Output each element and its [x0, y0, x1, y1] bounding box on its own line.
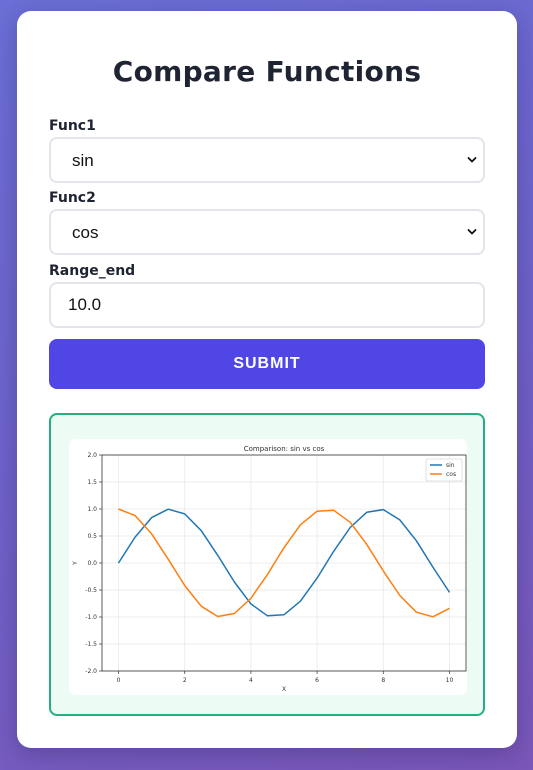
func1-selected-value: sin [72, 151, 94, 170]
func1-label: Func1 [49, 118, 96, 134]
y-tick-label: -0.5 [85, 587, 97, 594]
series-line-sin [117, 508, 451, 617]
chevron-down-icon [467, 229, 477, 235]
x-tick-label: 6 [315, 677, 319, 684]
y-tick-label: 1.5 [87, 479, 97, 486]
chart-title: Comparison: sin vs cos [244, 445, 325, 453]
legend-label-sin: sin [446, 462, 455, 469]
x-axis-label: X [282, 686, 286, 693]
chevron-down-icon [467, 157, 477, 163]
result-panel: 0 2 4 6 8 10 -2.0 -1.5 -1.0 -0.5 0.0 0.5 1.0 1.5 2.0 Co… [49, 413, 485, 716]
x-tick-label: 2 [183, 677, 187, 684]
func2-label: Func2 [49, 190, 96, 206]
y-tick-label: -2.0 [85, 668, 97, 675]
y-tick-label: 2.0 [87, 452, 97, 459]
func2-selected-value: cos [72, 223, 99, 242]
x-tick-label: 4 [249, 677, 253, 684]
y-tick-label: -1.0 [85, 614, 97, 621]
x-tick-label: 10 [446, 677, 454, 684]
chart-svg: 0 2 4 6 8 10 -2.0 -1.5 -1.0 -0.5 0.0 0.5 1.0 1.5 2.0 Co… [72, 445, 467, 693]
range-end-label: Range_end [49, 263, 136, 279]
y-tick-label: 1.0 [87, 506, 97, 513]
legend-box [425, 458, 463, 482]
compare-form-card: Compare Functions Func1 sin Func2 cos Ra… [17, 11, 517, 748]
x-tick-label: 8 [381, 677, 385, 684]
func1-select[interactable]: sin [49, 137, 485, 183]
range-end-input[interactable]: 10.0 [49, 282, 485, 328]
func2-select[interactable]: cos [49, 209, 485, 255]
y-tick-label: -1.5 [85, 641, 97, 648]
y-axis-label: Y [72, 561, 79, 566]
range-end-value: 10.0 [68, 295, 102, 314]
y-tick-label: 0.5 [87, 533, 97, 540]
comparison-chart: 0 2 4 6 8 10 -2.0 -1.5 -1.0 -0.5 0.0 0.5 1.0 1.5 2.0 Co… [69, 439, 467, 695]
legend-label-cos: cos [446, 471, 456, 478]
submit-button[interactable]: SUBMIT [49, 339, 485, 389]
y-tick-label: 0.0 [87, 560, 97, 567]
page-title: Compare Functions [112, 55, 422, 88]
x-tick-label: 0 [117, 677, 121, 684]
